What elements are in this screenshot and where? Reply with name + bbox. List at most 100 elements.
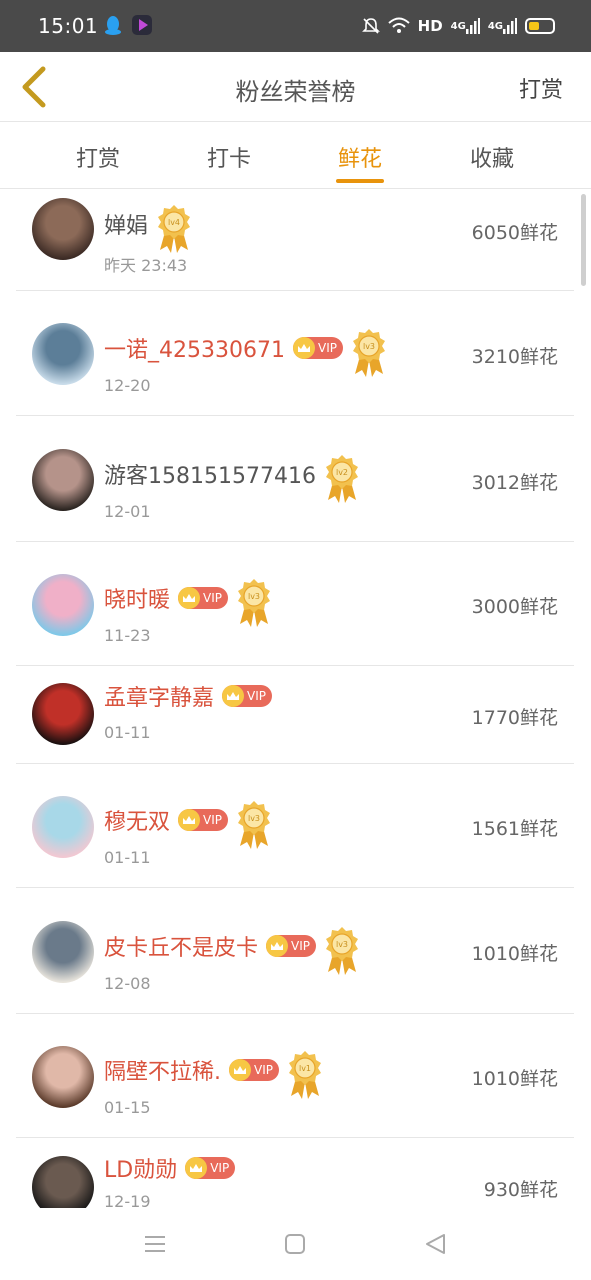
user-name[interactable]: 晓时暖 [104,582,170,614]
date-text: 12-01 [104,502,151,521]
signal-icon: 4G [451,18,480,34]
user-name[interactable]: 游客158151577416 [104,458,316,490]
level-medal-icon: lv3 [352,329,385,377]
status-time: 15:01 [38,14,99,38]
flower-amount: 1561鲜花 [471,818,558,840]
vip-badge: VIP [178,587,228,609]
back-nav-button[interactable] [421,1230,449,1258]
vip-label: VIP [210,1161,230,1175]
date-text: 12-19 [104,1192,151,1208]
name-line: 游客158151577416 lv2 [104,444,360,504]
vip-badge: VIP [266,935,316,957]
vip-badge: VIP [185,1157,236,1179]
avatar[interactable] [32,1046,94,1108]
level-medal-icon: lv3 [238,801,270,849]
reward-button[interactable]: 打赏 [519,72,563,104]
flower-amount: 3000鲜花 [471,596,558,618]
tab-favorites[interactable]: 收藏 [452,141,532,173]
tab-flowers[interactable]: 鲜花 [320,141,400,173]
crown-icon [229,1059,251,1081]
avatar[interactable] [32,1156,94,1208]
signal-icon-2: 4G [488,18,517,34]
level-medal: lv1 [287,1050,323,1100]
user-name[interactable]: 皮卡丘不是皮卡 [104,930,258,962]
status-bar: 15:01 HD 4G 4G [0,0,591,52]
vip-label: VIP [203,813,222,827]
crown-icon [292,337,315,359]
vip-label: VIP [291,939,310,953]
ranking-row[interactable]: 一诺_425330671 VIP lv3 12-20 3210鲜花 [16,291,574,416]
level-medal-icon: lv3 [238,579,270,627]
name-line: LD勋勋 VIP [104,1152,236,1184]
user-name[interactable]: LD勋勋 [104,1152,177,1184]
crown-icon [178,809,201,831]
home-nav-button[interactable] [281,1230,309,1258]
user-name[interactable]: 穆无双 [104,804,170,836]
date-text: 11-23 [104,626,151,645]
date-text: 01-11 [104,723,151,742]
svg-text:lv2: lv2 [336,468,348,477]
level-medal: lv3 [351,328,387,378]
vip-badge: VIP [229,1059,279,1081]
scrollbar[interactable] [581,194,586,286]
avatar[interactable] [32,796,94,858]
avatar[interactable] [32,683,94,745]
svg-text:lv1: lv1 [299,1064,311,1073]
system-nav-bar [0,1208,591,1280]
level-medal: lv2 [324,454,360,504]
menu-icon [145,1236,165,1252]
ranking-row[interactable]: LD勋勋 VIP 12-19 930鲜花 [16,1138,574,1208]
svg-text:lv4: lv4 [168,218,180,227]
crown-icon [178,587,201,609]
vip-label: VIP [317,341,337,355]
flower-amount: 1770鲜花 [471,707,558,729]
avatar[interactable] [32,574,94,636]
fan-ranking-list[interactable]: 婵娟 lv4 昨天 23:43 6050鲜花一诺_425330671 VIP lv3… [0,190,591,1208]
level-medal-icon: lv2 [325,455,358,503]
name-line: 皮卡丘不是皮卡 VIP lv3 [104,916,360,976]
name-line: 晓时暖 VIP lv3 [104,568,272,628]
ranking-row[interactable]: 皮卡丘不是皮卡 VIP lv3 12-08 1010鲜花 [16,888,574,1014]
svg-text:lv3: lv3 [248,592,260,601]
user-name[interactable]: 孟章字静嘉 [104,680,214,712]
crown-icon [222,685,245,707]
avatar[interactable] [32,921,94,983]
crown-icon [185,1157,208,1179]
flower-amount: 3012鲜花 [471,472,558,494]
flower-amount: 6050鲜花 [471,222,558,244]
user-name[interactable]: 婵娟 [104,208,148,240]
ranking-row[interactable]: 游客158151577416 lv2 12-01 3012鲜花 [16,416,574,542]
ranking-row[interactable]: 穆无双 VIP lv3 01-11 1561鲜花 [16,764,574,888]
app-header: 粉丝荣誉榜 打赏 [0,52,591,122]
flower-amount: 1010鲜花 [471,1068,558,1090]
tab-active-indicator [336,179,384,183]
mute-icon [361,17,380,35]
avatar[interactable] [32,198,94,260]
hd-indicator: HD [417,17,443,35]
level-medal: lv3 [236,800,272,850]
ranking-row[interactable]: 婵娟 lv4 昨天 23:43 6050鲜花 [16,190,574,291]
vip-badge: VIP [292,337,343,359]
name-line: 一诺_425330671 VIP lv3 [104,318,387,378]
menu-nav-button[interactable] [141,1230,169,1258]
vip-label: VIP [203,591,222,605]
user-name[interactable]: 隔壁不拉稀. [104,1054,221,1086]
ranking-row[interactable]: 孟章字静嘉 VIP 01-11 1770鲜花 [16,666,574,764]
name-line: 隔壁不拉稀. VIP lv1 [104,1040,323,1100]
name-line: 孟章字静嘉 VIP [104,680,272,712]
tab-reward[interactable]: 打赏 [58,141,138,173]
ranking-row[interactable]: 晓时暖 VIP lv3 11-23 3000鲜花 [16,542,574,666]
flower-amount: 930鲜花 [483,1179,558,1201]
page-title: 粉丝荣誉榜 [235,78,356,106]
vip-label: VIP [254,1063,273,1077]
svg-text:lv3: lv3 [336,940,348,949]
user-name[interactable]: 一诺_425330671 [104,332,285,364]
level-medal: lv3 [236,578,272,628]
date-text: 12-20 [104,376,151,395]
flower-amount: 3210鲜花 [471,346,558,368]
avatar[interactable] [32,449,94,511]
ranking-row[interactable]: 隔壁不拉稀. VIP lv1 01-15 1010鲜花 [16,1014,574,1138]
tab-checkin[interactable]: 打卡 [189,141,269,173]
crown-icon [266,935,289,957]
avatar[interactable] [32,323,94,385]
